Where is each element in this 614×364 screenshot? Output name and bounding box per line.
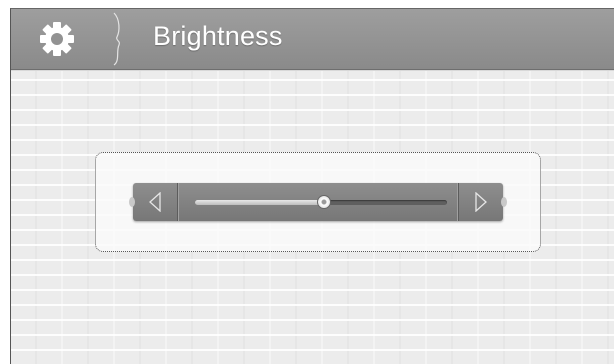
top-strip xyxy=(0,0,614,8)
brace-divider-icon xyxy=(113,12,121,66)
slider-thumb[interactable] xyxy=(316,195,331,209)
brightness-panel xyxy=(95,152,541,252)
triangle-left-icon xyxy=(149,192,161,212)
brightness-slider xyxy=(129,183,507,221)
settings-button[interactable] xyxy=(33,19,81,59)
header-bar: Brightness xyxy=(11,9,614,70)
page-title: Brightness xyxy=(153,21,283,51)
slider-fill xyxy=(195,200,324,205)
decrease-brightness-button[interactable] xyxy=(133,183,178,221)
slider-track[interactable] xyxy=(195,195,447,209)
triangle-right-icon xyxy=(475,192,487,212)
main-window: Brightness xyxy=(10,8,614,364)
gear-icon xyxy=(40,22,74,56)
brightness-app: Brightness xyxy=(0,0,614,364)
increase-brightness-button[interactable] xyxy=(458,183,503,221)
